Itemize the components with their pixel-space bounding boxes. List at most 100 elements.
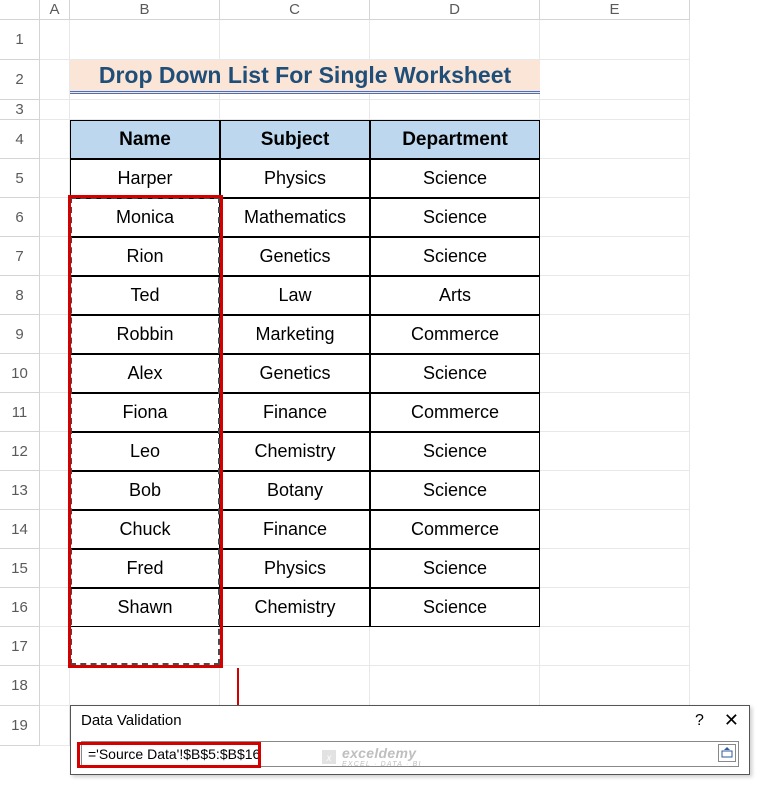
cell-E8[interactable] [540,276,690,315]
cell-B18[interactable] [70,666,220,706]
help-button[interactable]: ? [695,712,704,730]
cell-A17[interactable] [40,627,70,666]
cell-B17[interactable] [70,627,220,666]
cell-C13[interactable]: Botany [220,471,370,510]
cell-E5[interactable] [540,159,690,198]
cell-A16[interactable] [40,588,70,627]
cell-B6[interactable]: Monica [70,198,220,237]
cell-B3[interactable] [70,100,220,120]
col-header-d[interactable]: D [370,0,540,20]
cell-D17[interactable] [370,627,540,666]
cell-C8[interactable]: Law [220,276,370,315]
cell-B12[interactable]: Leo [70,432,220,471]
close-button[interactable]: ✕ [724,710,739,731]
cell-E6[interactable] [540,198,690,237]
collapse-dialog-icon[interactable] [718,744,736,762]
cell-B4[interactable]: Name [70,120,220,159]
cell-C18[interactable] [220,666,370,706]
cell-E16[interactable] [540,588,690,627]
cell-A5[interactable] [40,159,70,198]
col-header-a[interactable]: A [40,0,70,20]
cell-C12[interactable]: Chemistry [220,432,370,471]
row-header-5[interactable]: 5 [0,159,40,198]
cell-D15[interactable]: Science [370,549,540,588]
cell-E9[interactable] [540,315,690,354]
row-header-16[interactable]: 16 [0,588,40,627]
cell-E12[interactable] [540,432,690,471]
cell-B8[interactable]: Ted [70,276,220,315]
row-header-4[interactable]: 4 [0,120,40,159]
col-header-b[interactable]: B [70,0,220,20]
cell-A9[interactable] [40,315,70,354]
row-header-19[interactable]: 19 [0,706,40,746]
cell-B9[interactable]: Robbin [70,315,220,354]
row-header-6[interactable]: 6 [0,198,40,237]
cell-D5[interactable]: Science [370,159,540,198]
row-header-7[interactable]: 7 [0,237,40,276]
source-input[interactable]: ='Source Data'!$B$5:$B$16 [81,741,739,767]
row-header-18[interactable]: 18 [0,666,40,706]
cell-C17[interactable] [220,627,370,666]
cell-A18[interactable] [40,666,70,706]
cell-D10[interactable]: Science [370,354,540,393]
row-header-11[interactable]: 11 [0,393,40,432]
cell-B10[interactable]: Alex [70,354,220,393]
cell-A7[interactable] [40,237,70,276]
cell-C10[interactable]: Genetics [220,354,370,393]
cell-A11[interactable] [40,393,70,432]
row-header-3[interactable]: 3 [0,100,40,120]
cell-A6[interactable] [40,198,70,237]
cell-E13[interactable] [540,471,690,510]
row-header-13[interactable]: 13 [0,471,40,510]
cell-C15[interactable]: Physics [220,549,370,588]
cell-A10[interactable] [40,354,70,393]
cell-A3[interactable] [40,100,70,120]
cell-E7[interactable] [540,237,690,276]
cell-A8[interactable] [40,276,70,315]
row-header-2[interactable]: 2 [0,60,40,100]
cell-E15[interactable] [540,549,690,588]
cell-B5[interactable]: Harper [70,159,220,198]
cell-D18[interactable] [370,666,540,706]
row-header-17[interactable]: 17 [0,627,40,666]
cell-C16[interactable]: Chemistry [220,588,370,627]
row-header-14[interactable]: 14 [0,510,40,549]
cell-D16[interactable]: Science [370,588,540,627]
cell-E18[interactable] [540,666,690,706]
cell-B15[interactable]: Fred [70,549,220,588]
cell-A4[interactable] [40,120,70,159]
row-header-8[interactable]: 8 [0,276,40,315]
cell-D1[interactable] [370,20,540,60]
cell-A19[interactable] [40,706,70,746]
cell-B14[interactable]: Chuck [70,510,220,549]
cell-E2[interactable] [540,60,690,100]
row-header-10[interactable]: 10 [0,354,40,393]
cell-C6[interactable]: Mathematics [220,198,370,237]
cell-D11[interactable]: Commerce [370,393,540,432]
cell-A13[interactable] [40,471,70,510]
row-header-15[interactable]: 15 [0,549,40,588]
cell-C5[interactable]: Physics [220,159,370,198]
cell-D7[interactable]: Science [370,237,540,276]
cell-D6[interactable]: Science [370,198,540,237]
cell-E3[interactable] [540,100,690,120]
cell-E10[interactable] [540,354,690,393]
cell-C7[interactable]: Genetics [220,237,370,276]
cell-C11[interactable]: Finance [220,393,370,432]
cell-D9[interactable]: Commerce [370,315,540,354]
row-header-9[interactable]: 9 [0,315,40,354]
cell-C9[interactable]: Marketing [220,315,370,354]
cell-E11[interactable] [540,393,690,432]
cell-A2[interactable] [40,60,70,100]
cell-C3[interactable] [220,100,370,120]
col-header-c[interactable]: C [220,0,370,20]
col-header-e[interactable]: E [540,0,690,20]
row-header-12[interactable]: 12 [0,432,40,471]
cell-E14[interactable] [540,510,690,549]
cell-A14[interactable] [40,510,70,549]
cell-D13[interactable]: Science [370,471,540,510]
cell-B11[interactable]: Fiona [70,393,220,432]
cell-B13[interactable]: Bob [70,471,220,510]
cell-D3[interactable] [370,100,540,120]
cell-E1[interactable] [540,20,690,60]
